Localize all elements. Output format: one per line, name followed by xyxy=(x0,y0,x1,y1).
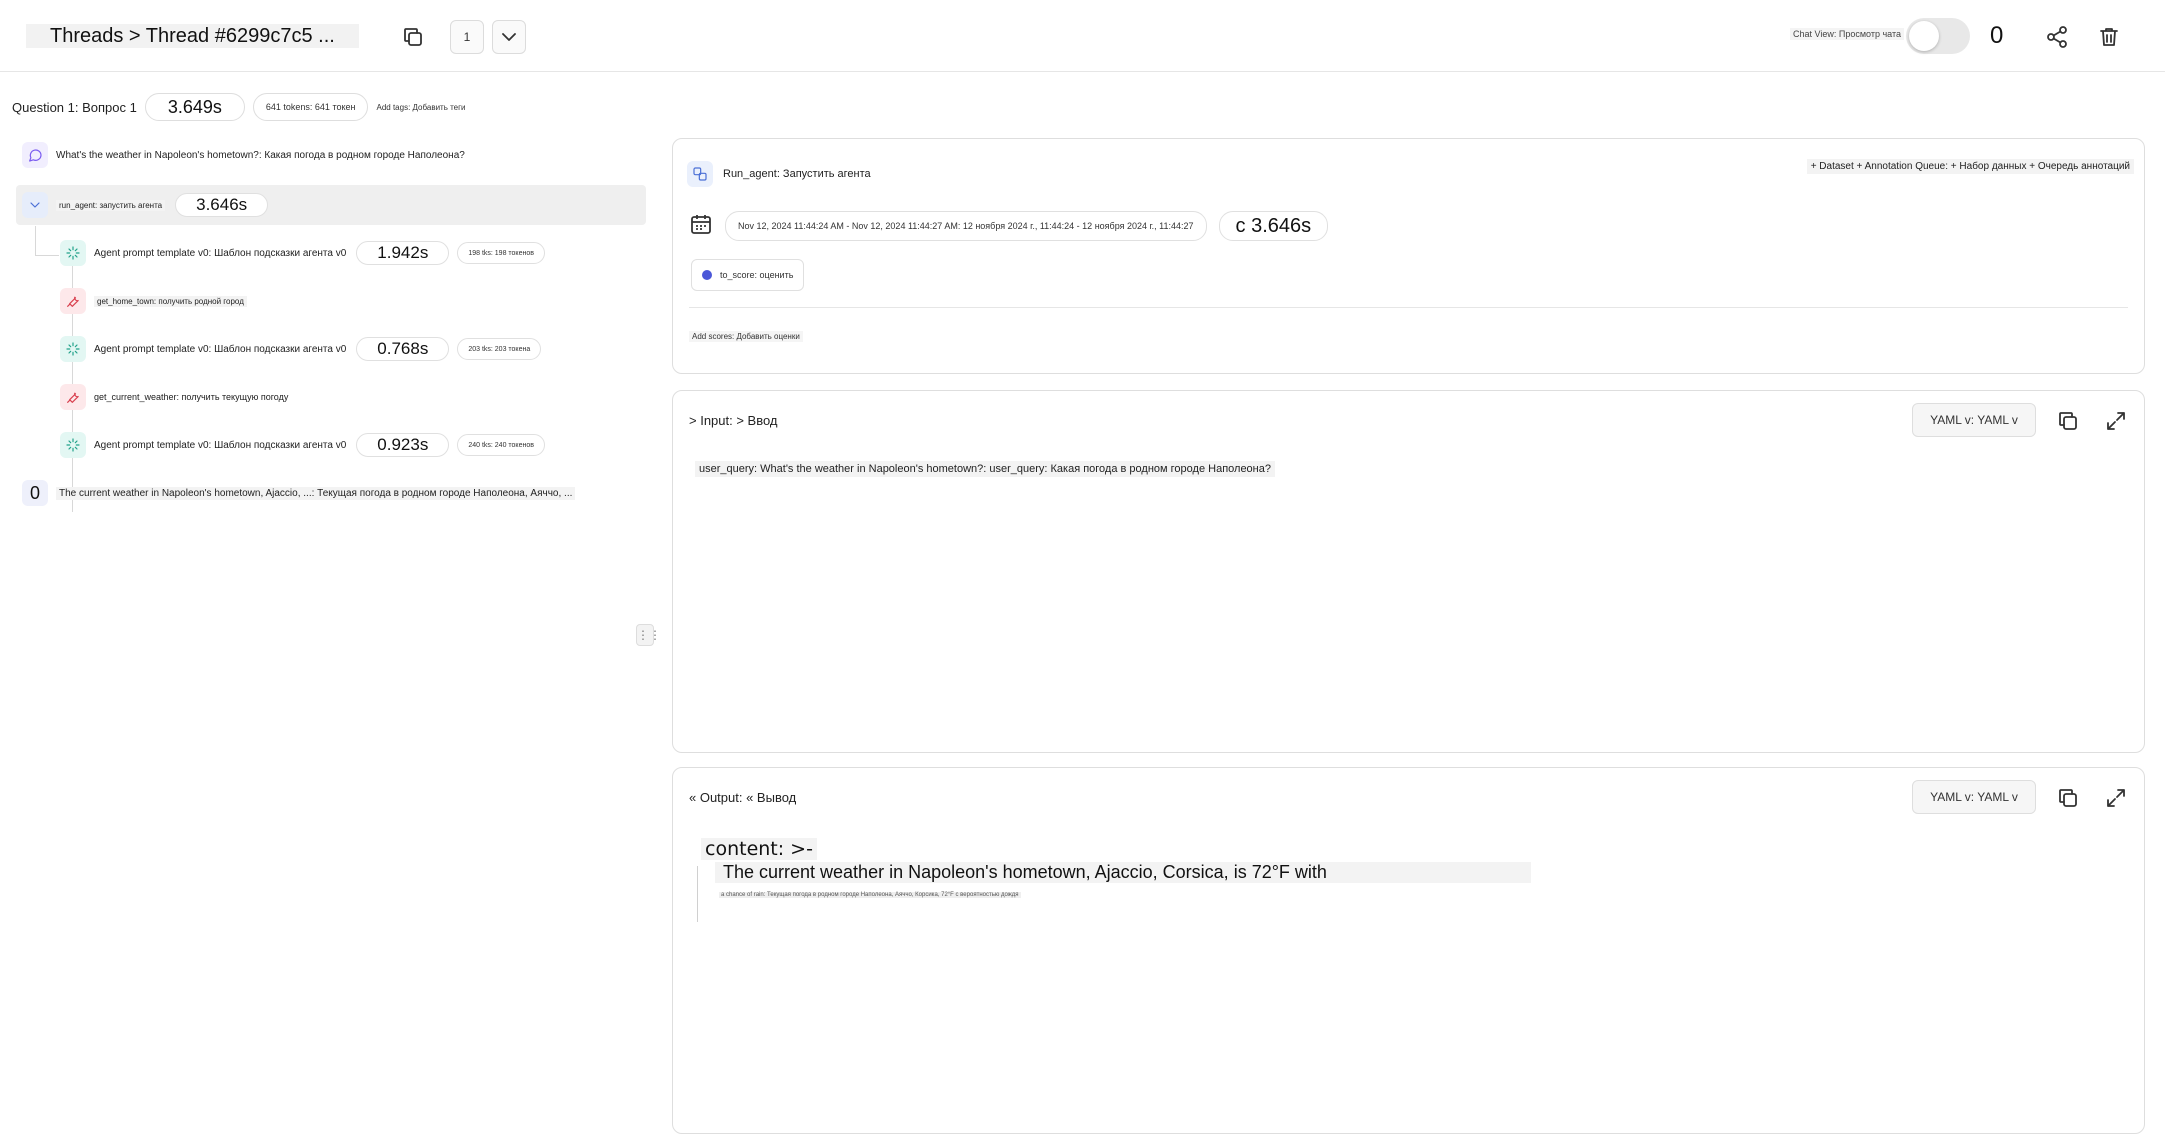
input-value: user_query: What's the weather in Napole… xyxy=(695,461,1275,477)
score-label: to_score: оценить xyxy=(720,270,794,280)
chat-bubble-icon xyxy=(22,142,48,168)
drag-handle-icon[interactable]: ⋮⋮ xyxy=(636,624,661,646)
page: Threads > Thread #6299c7c5 ... 1 Chat Vi… xyxy=(0,0,2165,1134)
input-format-select[interactable]: YAML v: YAML v xyxy=(1912,403,2036,437)
question-summary: Question 1: Вопрос 1 3.649s 641 tokens: … xyxy=(12,92,466,122)
output-format-select[interactable]: YAML v: YAML v xyxy=(1912,780,2036,814)
sparkle-icon xyxy=(60,336,86,362)
tree-connector xyxy=(35,226,36,256)
top-header: Threads > Thread #6299c7c5 ... 1 Chat Vi… xyxy=(0,0,2165,72)
output-code: content: >- The current weather in Napol… xyxy=(697,838,1531,922)
add-to-dataset-button[interactable]: + Dataset + Annotation Queue: + Набор да… xyxy=(1806,159,2134,174)
share-button[interactable] xyxy=(2040,20,2074,54)
step-tokens: 203 tks: 203 токена xyxy=(457,338,542,360)
page-dropdown-button[interactable] xyxy=(492,20,526,54)
step-row[interactable]: Agent prompt template v0: Шаблон подсказ… xyxy=(60,336,542,362)
share-icon xyxy=(2047,26,2067,48)
user-message-text: What's the weather in Napoleon's hometow… xyxy=(56,149,465,161)
breadcrumb[interactable]: Threads > Thread #6299c7c5 ... xyxy=(26,24,359,48)
page-number: 1 xyxy=(463,30,471,44)
copy-button[interactable] xyxy=(396,20,430,54)
trash-icon xyxy=(2100,28,2118,46)
step-label: get_current_weather: получить текущую по… xyxy=(94,392,289,402)
step-tokens: 198 tks: 198 токенов xyxy=(457,242,545,264)
copy-output-button[interactable] xyxy=(2054,784,2082,812)
toggle-knob xyxy=(1909,21,1939,51)
step-label: Agent prompt template v0: Шаблон подсказ… xyxy=(94,343,347,355)
step-latency: 1.942s xyxy=(356,241,450,265)
chevron-down-icon xyxy=(502,33,516,41)
trace-tree-panel: Question 1: Вопрос 1 3.649s 641 tokens: … xyxy=(0,72,670,1134)
copy-icon xyxy=(404,28,422,46)
output-line-2: The current weather in Napoleon's hometo… xyxy=(715,862,1531,883)
chat-view-toggle[interactable] xyxy=(1906,18,1970,54)
step-latency: 0.768s xyxy=(356,337,450,361)
step-latency: 0.923s xyxy=(356,433,450,457)
step-tokens: 240 tks: 240 токенов xyxy=(457,434,545,456)
code-indent-guide xyxy=(697,866,698,922)
sparkle-icon xyxy=(60,432,86,458)
run-details-card: Run_agent: Запустить агента + Dataset + … xyxy=(672,138,2145,374)
score-chip[interactable]: to_score: оценить xyxy=(691,259,805,291)
output-message-text: The current weather in Napoleon's hometo… xyxy=(56,486,576,500)
step-row[interactable]: get_home_town: получить родной город xyxy=(60,288,247,314)
copy-icon xyxy=(2059,789,2077,807)
delete-button[interactable] xyxy=(2092,20,2126,54)
sparkle-icon xyxy=(60,240,86,266)
expand-input-button[interactable] xyxy=(2102,407,2130,435)
chevron-down-icon xyxy=(30,202,40,208)
header-count: 0 xyxy=(1990,22,2004,49)
run-time-row: Nov 12, 2024 11:44:24 AM - Nov 12, 2024 … xyxy=(689,211,1329,241)
user-message-row[interactable]: What's the weather in Napoleon's hometow… xyxy=(22,142,465,168)
run-agent-row[interactable]: run_agent: запустить агента 3.646s xyxy=(22,192,269,218)
run-latency: с 3.646s xyxy=(1218,211,1329,241)
step-label: Agent prompt template v0: Шаблон подсказ… xyxy=(94,247,347,259)
score-dot-icon xyxy=(702,270,712,280)
chain-icon xyxy=(687,161,713,187)
input-card: > Input: > Ввод YAML v: YAML v user_quer… xyxy=(672,390,2145,753)
output-message-row[interactable]: 0 The current weather in Napoleon's home… xyxy=(22,480,576,506)
output-title[interactable]: « Output: « Вывод xyxy=(689,790,796,805)
tree-connector xyxy=(35,255,59,256)
output-card: « Output: « Вывод YAML v: YAML v content… xyxy=(672,767,2145,1134)
question-label: Question 1: Вопрос 1 xyxy=(12,99,137,115)
step-label: Agent prompt template v0: Шаблон подсказ… xyxy=(94,439,347,451)
calendar-icon xyxy=(689,212,713,241)
step-row[interactable]: get_current_weather: получить текущую по… xyxy=(60,384,288,410)
step-row[interactable]: Agent prompt template v0: Шаблон подсказ… xyxy=(60,240,545,266)
copy-input-button[interactable] xyxy=(2054,407,2082,435)
wrench-icon xyxy=(60,384,86,410)
wrench-icon xyxy=(60,288,86,314)
expand-icon xyxy=(2107,412,2125,430)
token-count: 641 tokens: 641 токен xyxy=(252,93,369,121)
date-range: Nov 12, 2024 11:44:24 AM - Nov 12, 2024 … xyxy=(725,211,1207,241)
step-row[interactable]: Agent prompt template v0: Шаблон подсказ… xyxy=(60,432,545,458)
run-agent-latency: 3.646s xyxy=(175,193,269,217)
expand-icon xyxy=(2107,789,2125,807)
copy-icon xyxy=(2059,412,2077,430)
divider xyxy=(689,307,2128,308)
question-latency: 3.649s xyxy=(144,93,245,121)
run-name-label: Run_agent: Запустить агента xyxy=(723,168,871,180)
page-number-button[interactable]: 1 xyxy=(450,20,484,54)
output-count-badge: 0 xyxy=(22,480,48,506)
input-title[interactable]: > Input: > Ввод xyxy=(689,413,778,428)
step-label: get_home_town: получить родной город xyxy=(94,295,247,307)
expand-output-button[interactable] xyxy=(2102,784,2130,812)
add-tags-button[interactable]: Add tags: Добавить теги xyxy=(376,103,465,112)
run-name: Run_agent: Запустить агента xyxy=(687,161,871,187)
add-scores-button[interactable]: Add scores: Добавить оценки xyxy=(689,331,803,342)
output-line-3: a chance of rain: Текущая погода в родно… xyxy=(719,892,1021,898)
chat-view-label: Chat View: Просмотр чата xyxy=(1790,28,1904,40)
output-line-1: content: >- xyxy=(701,838,817,860)
collapse-button[interactable] xyxy=(22,192,48,218)
run-agent-label: run_agent: запустить агента xyxy=(56,199,166,211)
